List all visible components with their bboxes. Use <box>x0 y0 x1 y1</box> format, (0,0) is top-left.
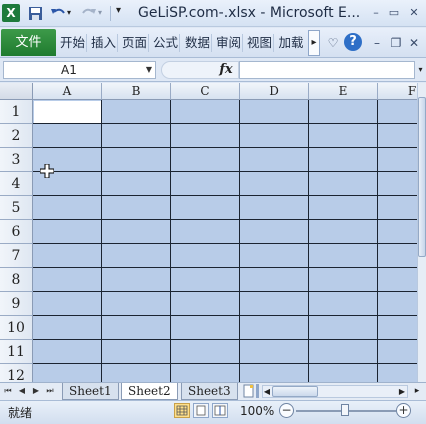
gridline <box>33 123 417 124</box>
column-header-b[interactable]: B <box>102 83 171 100</box>
scroll-end-icon[interactable]: ▸ <box>410 385 424 398</box>
ribbon-collapse-icon[interactable]: ♡ <box>324 34 342 52</box>
row-header-4[interactable]: 4 <box>0 172 33 196</box>
tab-addins[interactable]: 加载 <box>277 34 305 52</box>
gridline <box>33 363 417 364</box>
row-header-6[interactable]: 6 <box>0 220 33 244</box>
normal-view-icon[interactable] <box>174 403 190 418</box>
row-header-2[interactable]: 2 <box>0 124 33 148</box>
gridline <box>33 291 417 292</box>
excel-logo-icon[interactable]: X <box>2 4 20 22</box>
last-sheet-icon[interactable]: ⏭ <box>45 384 55 397</box>
column-header-a[interactable]: A <box>33 83 102 100</box>
tab-review[interactable]: 审阅 <box>215 34 243 52</box>
gridline <box>170 100 171 382</box>
zoom-level[interactable]: 100% <box>240 404 274 418</box>
select-all-corner[interactable] <box>0 83 33 100</box>
row-header-3[interactable]: 3 <box>0 148 33 172</box>
name-box[interactable]: A1 <box>3 61 156 79</box>
scroll-right-icon[interactable]: ▶ <box>397 385 407 398</box>
first-sheet-icon[interactable]: ⏮ <box>3 384 13 397</box>
minimize-button[interactable]: – <box>368 6 384 20</box>
page-layout-view-icon[interactable] <box>193 403 209 418</box>
workbook-close-icon[interactable]: ✕ <box>405 34 423 52</box>
undo-dropdown-icon[interactable]: ▾ <box>67 8 71 17</box>
sheet-tab-sheet2[interactable]: Sheet2 <box>121 383 178 400</box>
workbook-minimize-icon[interactable]: – <box>368 34 386 52</box>
horizontal-scroll-thumb[interactable] <box>272 386 318 397</box>
gridline <box>33 219 417 220</box>
redo-icon[interactable] <box>80 4 98 22</box>
zoom-out-button[interactable]: − <box>279 403 294 418</box>
more-tabs-button[interactable]: ▸ <box>308 30 320 56</box>
close-button[interactable]: ✕ <box>406 6 422 20</box>
gridline <box>33 195 417 196</box>
row-header-8[interactable]: 8 <box>0 268 33 292</box>
tab-file[interactable]: 文件 <box>1 29 56 56</box>
undo-icon[interactable] <box>49 4 67 22</box>
gridline <box>33 267 417 268</box>
gridline <box>239 100 240 382</box>
zoom-in-button[interactable]: + <box>396 403 411 418</box>
gridline <box>33 243 417 244</box>
help-icon[interactable]: ? <box>344 33 362 51</box>
redo-dropdown-icon[interactable]: ▾ <box>98 8 102 17</box>
column-header-d[interactable]: D <box>240 83 309 100</box>
gridline <box>101 100 102 382</box>
row-header-7[interactable]: 7 <box>0 244 33 268</box>
vertical-scroll-thumb[interactable] <box>418 97 426 257</box>
column-header-e[interactable]: E <box>309 83 378 100</box>
formula-expand-icon[interactable]: ▾ <box>415 61 426 79</box>
tab-insert[interactable]: 插入 <box>90 34 118 52</box>
row-header-11[interactable]: 11 <box>0 340 33 364</box>
toolbar-divider <box>110 6 111 21</box>
workbook-restore-icon[interactable]: ❐ <box>387 34 405 52</box>
next-sheet-icon[interactable]: ▶ <box>31 384 41 397</box>
worksheet-grid[interactable]: A B C D E F 1 2 3 4 5 6 7 8 9 10 11 12 <box>0 83 417 382</box>
row-header-1[interactable]: 1 <box>0 100 33 124</box>
zoom-slider-thumb[interactable] <box>341 404 349 416</box>
insert-sheet-icon[interactable] <box>243 384 255 398</box>
column-header-f[interactable]: F <box>378 83 417 100</box>
tab-view[interactable]: 视图 <box>246 34 274 52</box>
window-title: GeLiSP.com-.xlsx - Microsoft E... <box>138 5 361 21</box>
sheet-tab-sheet3[interactable]: Sheet3 <box>181 383 238 400</box>
gridline <box>33 315 417 316</box>
tab-data[interactable]: 数据 <box>184 34 212 52</box>
row-header-9[interactable]: 9 <box>0 292 33 316</box>
insert-function-icon[interactable]: fx <box>216 61 236 79</box>
name-box-dropdown-icon[interactable]: ▼ <box>143 62 155 78</box>
gridline <box>377 100 378 382</box>
formula-input[interactable] <box>239 61 415 79</box>
gridline <box>33 339 417 340</box>
save-icon[interactable] <box>26 4 44 22</box>
customize-dropdown-icon[interactable]: ▾ <box>116 5 121 16</box>
row-header-10[interactable]: 10 <box>0 316 33 340</box>
active-cell-a1[interactable] <box>34 101 101 123</box>
column-header-c[interactable]: C <box>171 83 240 100</box>
status-text: 就绪 <box>8 406 33 420</box>
gridline <box>33 171 417 172</box>
tab-home[interactable]: 开始 <box>59 34 87 52</box>
row-header-5[interactable]: 5 <box>0 196 33 220</box>
row-header-12[interactable]: 12 <box>0 364 33 382</box>
tab-formulas[interactable]: 公式 <box>152 34 180 52</box>
gridline <box>308 100 309 382</box>
restore-button[interactable]: ▭ <box>386 6 402 20</box>
tab-split-handle[interactable] <box>256 384 259 398</box>
page-break-view-icon[interactable] <box>212 403 228 418</box>
gridline <box>33 147 417 148</box>
cell-cursor-icon <box>39 163 55 179</box>
scroll-left-icon[interactable]: ◀ <box>262 385 272 398</box>
tab-page-layout[interactable]: 页面 <box>121 34 149 52</box>
sheet-tab-sheet1[interactable]: Sheet1 <box>62 383 119 400</box>
prev-sheet-icon[interactable]: ◀ <box>17 384 27 397</box>
